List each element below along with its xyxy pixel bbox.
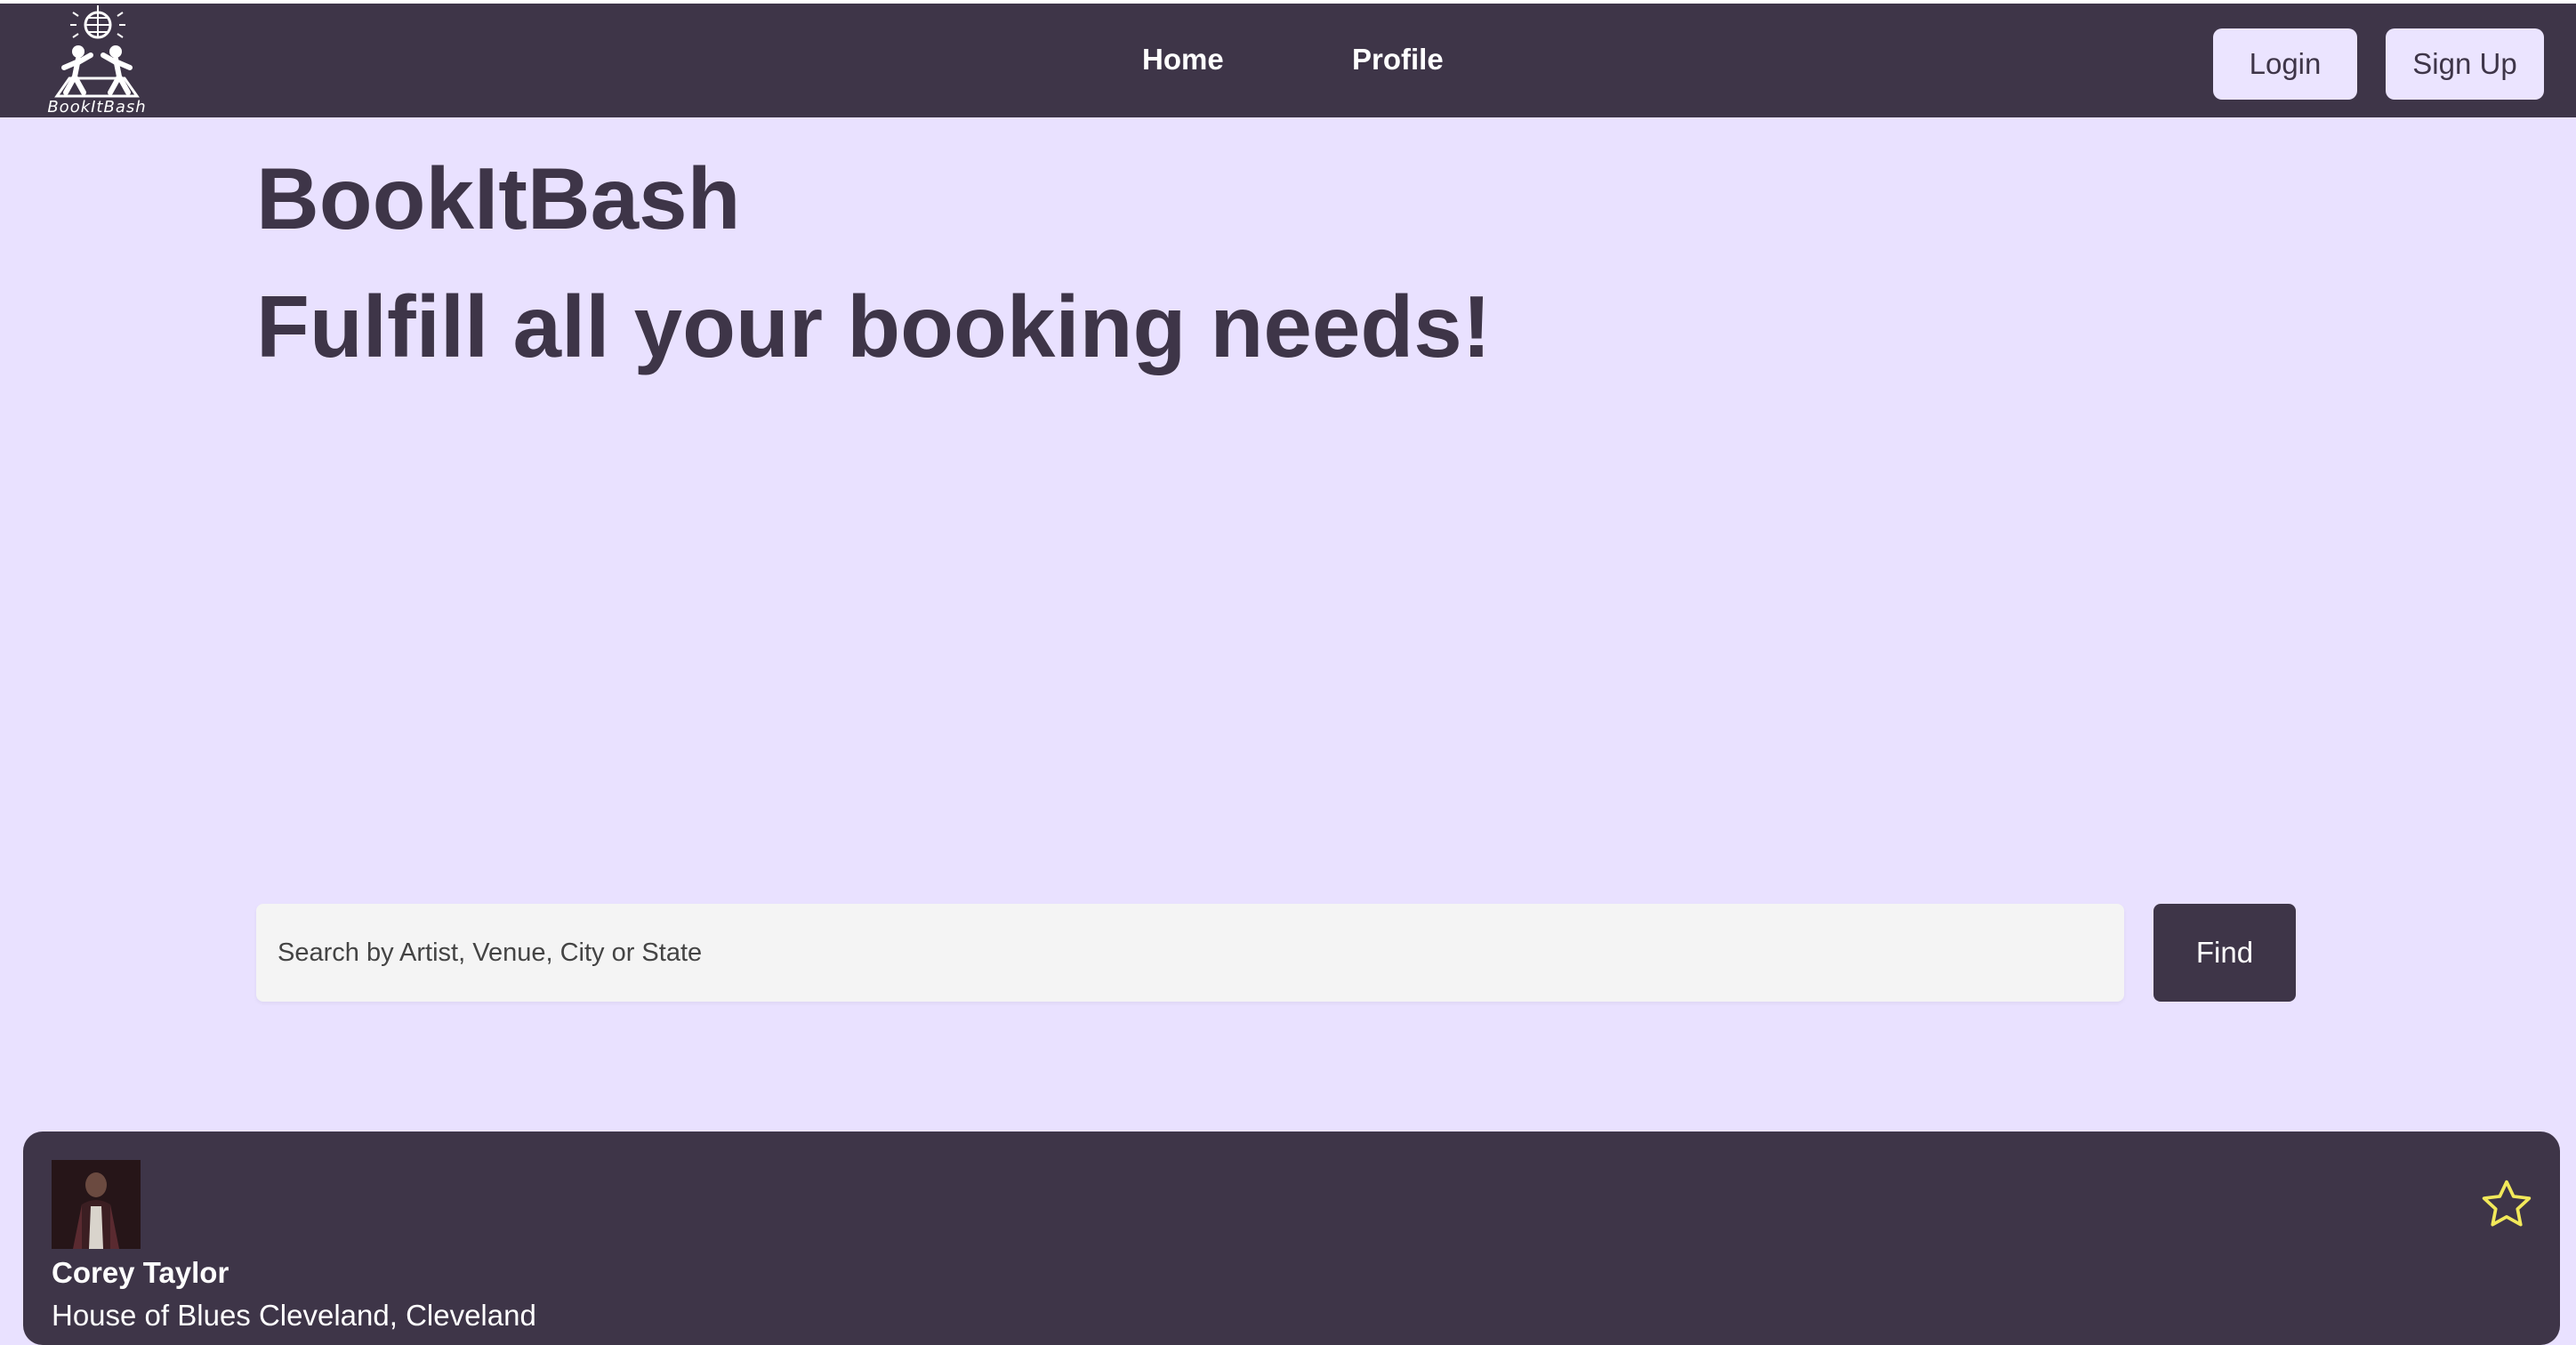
search-input[interactable] [256, 904, 2124, 1002]
star-outline-icon[interactable] [2478, 1176, 2535, 1233]
venue-location: House of Blues Cleveland, Cleveland [52, 1299, 536, 1332]
artist-photo-icon [52, 1160, 141, 1249]
artist-avatar [52, 1160, 141, 1249]
sign-up-button[interactable]: Sign Up [2386, 28, 2544, 100]
artist-name: Corey Taylor [52, 1256, 229, 1289]
result-card[interactable]: Corey Taylor House of Blues Cleveland, C… [23, 1132, 2560, 1345]
login-button[interactable]: Login [2213, 28, 2357, 100]
page-tagline: Fulfill all your booking needs! [256, 278, 1492, 375]
disco-dancers-icon [54, 5, 140, 98]
logo-wordmark: BookItBash [47, 98, 147, 117]
brand-logo[interactable]: BookItBash [39, 4, 155, 121]
page-title: BookItBash [256, 149, 741, 247]
find-button[interactable]: Find [2153, 904, 2296, 1002]
top-navbar: BookItBash Home Profile Login Sign Up [0, 0, 2576, 117]
nav-home-link[interactable]: Home [1142, 43, 1224, 77]
nav-profile-link[interactable]: Profile [1352, 43, 1444, 77]
